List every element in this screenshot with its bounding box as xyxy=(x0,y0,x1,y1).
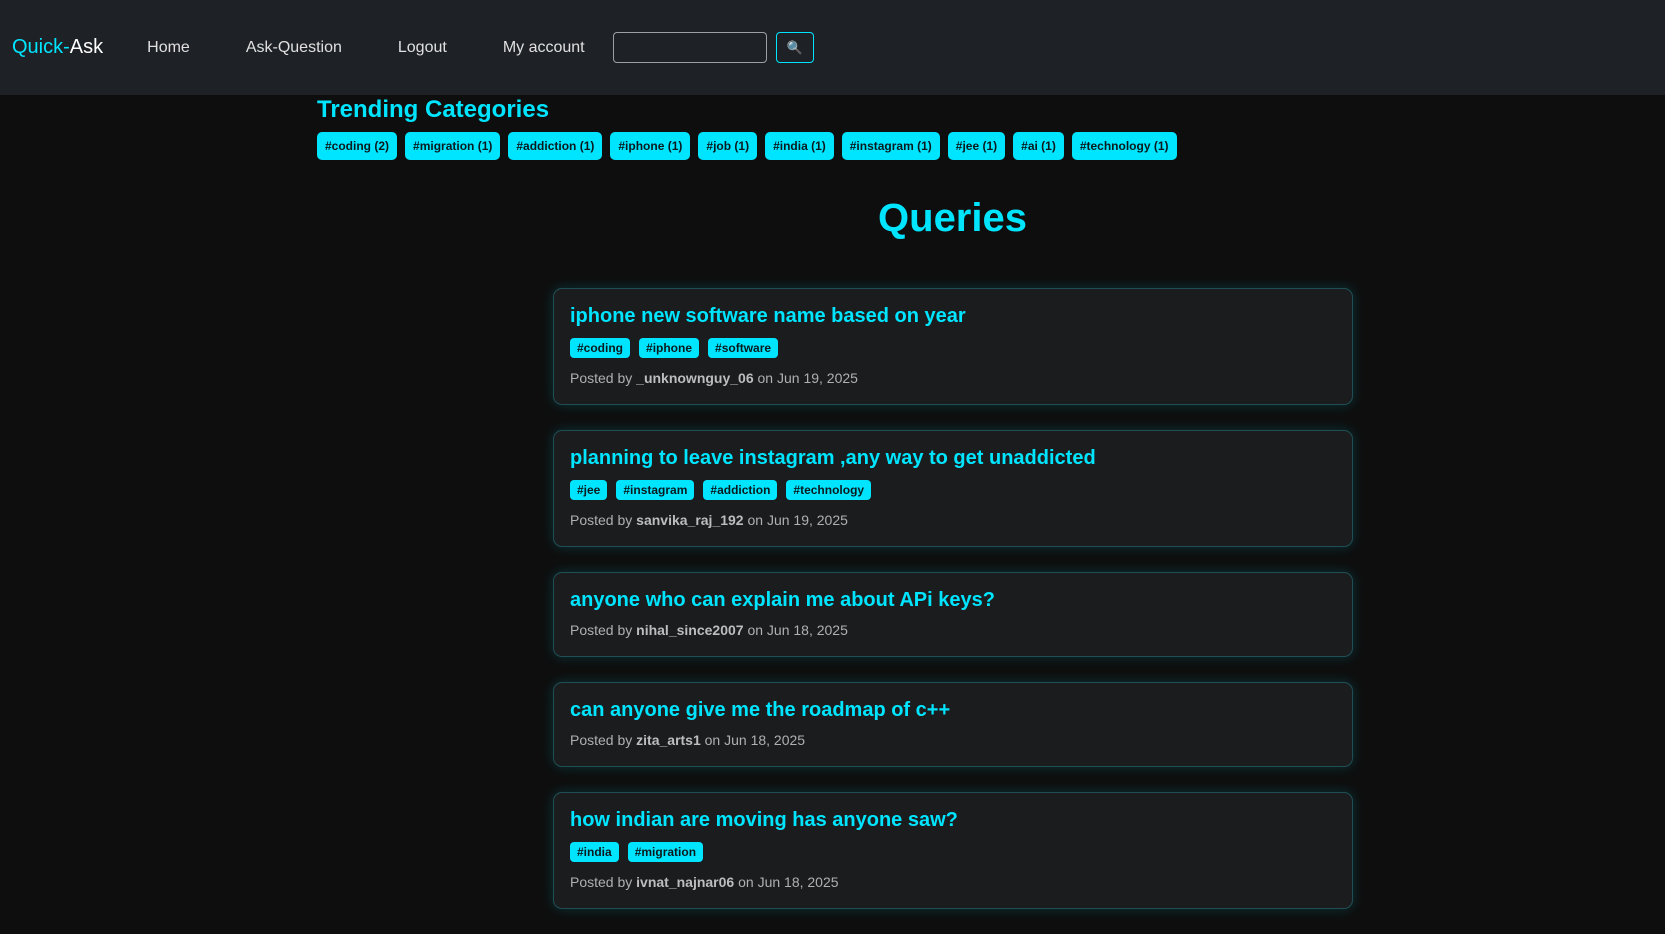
trending-title: Trending Categories xyxy=(317,96,550,123)
tag-badge[interactable]: #instagram xyxy=(616,480,695,500)
posted-by-label: Posted by xyxy=(570,370,633,386)
query-title-link[interactable]: how indian are moving has anyone saw? xyxy=(570,809,1336,832)
on-label: on xyxy=(747,512,764,528)
author-name: ivnat_najnar06 xyxy=(636,874,735,890)
queries-title: Queries xyxy=(878,196,1027,240)
category-pill[interactable]: #jee (1) xyxy=(947,132,1006,160)
brand-sep: - xyxy=(63,36,70,58)
search-input[interactable] xyxy=(612,32,767,63)
tag-badge[interactable]: #india xyxy=(570,842,619,862)
posted-by-label: Posted by xyxy=(570,732,633,748)
post-date: Jun 19, 2025 xyxy=(766,512,848,528)
tag-badge[interactable]: #iphone xyxy=(639,338,700,358)
posted-by-label: Posted by xyxy=(570,512,633,528)
category-pill[interactable]: #migration (1) xyxy=(405,132,501,160)
tag-list: #jee #instagram #addiction #technology xyxy=(570,480,1336,500)
post-meta: Posted by nihal_since2007 on Jun 18, 202… xyxy=(570,622,1336,638)
navbar: Quick-Ask Home Ask-Question Logout My ac… xyxy=(0,0,1665,95)
nav-home[interactable]: Home xyxy=(147,39,190,57)
query-title-link[interactable]: iphone new software name based on year xyxy=(570,305,1336,328)
author-name: zita_arts1 xyxy=(636,732,701,748)
query-list: iphone new software name based on year #c… xyxy=(553,288,1353,934)
search-button[interactable]: 🔍 xyxy=(775,32,814,63)
magnifier-icon: 🔍 xyxy=(786,39,803,55)
tag-list: #india #migration xyxy=(570,842,1336,862)
category-pill[interactable]: #coding (2) xyxy=(317,132,398,160)
nav-my-account[interactable]: My account xyxy=(503,39,585,57)
brand-logo[interactable]: Quick-Ask xyxy=(12,36,103,59)
tag-list: #coding #iphone #software xyxy=(570,338,1336,358)
posted-by-label: Posted by xyxy=(570,874,633,890)
post-date: Jun 18, 2025 xyxy=(766,622,848,638)
tag-badge[interactable]: #migration xyxy=(627,842,704,862)
post-meta: Posted by ivnat_najnar06 on Jun 18, 2025 xyxy=(570,874,1336,890)
trending-categories: Trending Categories #coding (2) #migratio… xyxy=(317,96,1177,160)
category-list: #coding (2) #migration (1) #addiction (1) #… xyxy=(317,132,1177,160)
post-meta: Posted by sanvika_raj_192 on Jun 19, 202… xyxy=(570,512,1336,528)
query-card: iphone new software name based on year #c… xyxy=(553,288,1353,405)
query-card: how indian are moving has anyone saw? #in… xyxy=(553,792,1353,909)
category-pill[interactable]: #technology (1) xyxy=(1071,132,1177,160)
query-title-link[interactable]: anyone who can explain me about APi keys… xyxy=(570,589,1336,612)
category-pill[interactable]: #addiction (1) xyxy=(508,132,603,160)
category-pill[interactable]: #instagram (1) xyxy=(841,132,940,160)
post-date: Jun 18, 2025 xyxy=(757,874,839,890)
post-date: Jun 18, 2025 xyxy=(724,732,806,748)
brand-part2: Ask xyxy=(69,36,104,58)
author-name: _unknownguy_06 xyxy=(636,370,754,386)
category-pill[interactable]: #iphone (1) xyxy=(610,132,691,160)
nav-ask-question[interactable]: Ask-Question xyxy=(246,39,342,57)
category-pill[interactable]: #india (1) xyxy=(765,132,834,160)
category-pill[interactable]: #job (1) xyxy=(698,132,758,160)
post-meta: Posted by zita_arts1 on Jun 18, 2025 xyxy=(570,732,1336,748)
posted-by-label: Posted by xyxy=(570,622,633,638)
author-name: nihal_since2007 xyxy=(636,622,744,638)
query-card: anyone who can explain me about APi keys… xyxy=(553,572,1353,657)
query-card: can anyone give me the roadmap of c++ Pos… xyxy=(553,682,1353,767)
query-title-link[interactable]: planning to leave instagram ,any way to … xyxy=(570,447,1336,470)
tag-badge[interactable]: #jee xyxy=(570,480,608,500)
tag-badge[interactable]: #coding xyxy=(570,338,631,358)
on-label: on xyxy=(738,874,754,890)
query-title-link[interactable]: can anyone give me the roadmap of c++ xyxy=(570,699,1336,722)
nav-logout[interactable]: Logout xyxy=(398,39,447,57)
post-meta: Posted by _unknownguy_06 on Jun 19, 2025 xyxy=(570,370,1336,386)
on-label: on xyxy=(757,370,774,386)
tag-badge[interactable]: #addiction xyxy=(703,480,778,500)
tag-badge[interactable]: #technology xyxy=(786,480,872,500)
author-name: sanvika_raj_192 xyxy=(636,512,744,528)
on-label: on xyxy=(747,622,764,638)
brand-part1: Quick xyxy=(12,36,64,58)
tag-badge[interactable]: #software xyxy=(708,338,779,358)
post-date: Jun 19, 2025 xyxy=(776,370,858,386)
on-label: on xyxy=(704,732,721,748)
category-pill[interactable]: #ai (1) xyxy=(1013,132,1064,160)
query-card: planning to leave instagram ,any way to … xyxy=(553,430,1353,547)
